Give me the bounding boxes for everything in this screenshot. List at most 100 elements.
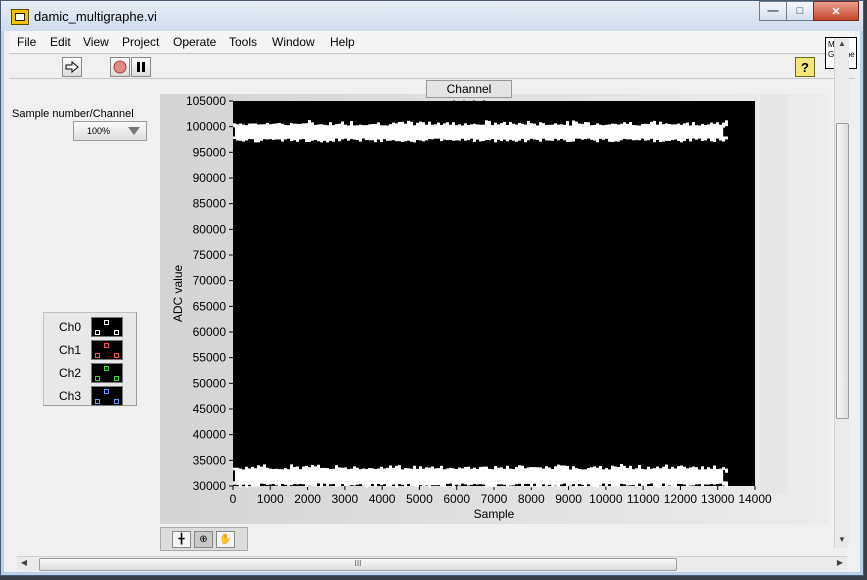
data-point: [503, 468, 506, 473]
data-point: [464, 481, 467, 485]
run-button[interactable]: [62, 57, 82, 77]
x-tick-label: 6000: [443, 492, 470, 506]
menu-file[interactable]: File: [17, 35, 36, 49]
data-point: [353, 125, 356, 130]
data-point: [560, 481, 563, 485]
scroll-right-icon[interactable]: ▶: [834, 558, 846, 570]
data-point: [473, 467, 476, 471]
data-point: [518, 136, 521, 141]
title-bar[interactable]: damic_multigraphe.vi — □ ✕: [1, 1, 863, 31]
labview-app-icon[interactable]: [11, 9, 29, 25]
horizontal-scroll-thumb[interactable]: III: [39, 558, 677, 571]
data-point: [320, 136, 323, 143]
data-point: [389, 465, 392, 471]
minimize-button[interactable]: —: [759, 1, 787, 21]
data-point: [626, 123, 629, 128]
data-point: [608, 481, 611, 485]
data-point: [647, 481, 650, 485]
data-point: [317, 136, 320, 142]
data-point: [611, 481, 614, 487]
zoom-icon[interactable]: ⊕: [194, 531, 213, 548]
data-point: [338, 467, 341, 472]
data-point: [515, 124, 518, 128]
menu-view[interactable]: View: [83, 35, 109, 49]
data-point: [260, 466, 263, 472]
data-point: [446, 481, 449, 484]
data-point: [527, 120, 530, 126]
data-point: [635, 136, 638, 141]
data-point: [320, 481, 323, 488]
menu-project[interactable]: Project: [122, 35, 159, 49]
legend-swatch-ch3: [91, 386, 123, 406]
data-point: [686, 122, 689, 127]
y-tick-label: 35000: [193, 453, 227, 467]
legend-marker: [114, 330, 119, 335]
x-tick-label: 9000: [555, 492, 582, 506]
menu-tools[interactable]: Tools: [229, 35, 257, 49]
scroll-up-icon[interactable]: ▲: [836, 39, 848, 51]
scroll-left-icon[interactable]: ◀: [18, 558, 30, 570]
data-point: [245, 136, 248, 141]
data-point: [452, 122, 455, 126]
data-point: [326, 481, 329, 487]
data-point: [494, 122, 497, 128]
context-help-button[interactable]: ?: [795, 57, 815, 77]
data-point: [428, 467, 431, 471]
data-point: [260, 481, 263, 484]
menu-operate[interactable]: Operate: [173, 35, 216, 49]
horizontal-scrollbar[interactable]: ◀ III ▶: [17, 556, 847, 571]
data-point: [476, 481, 479, 485]
abort-button[interactable]: [110, 57, 130, 77]
sample-number-slider[interactable]: 100%: [73, 121, 147, 141]
close-button[interactable]: ✕: [813, 1, 859, 21]
data-point: [629, 136, 632, 140]
data-point: [539, 467, 542, 473]
data-point: [656, 124, 659, 128]
data-point: [362, 481, 365, 486]
legend-marker: [95, 399, 100, 404]
data-point: [623, 465, 626, 471]
data-point: [626, 481, 629, 486]
vertical-scrollbar[interactable]: ▲ ▼: [834, 38, 849, 548]
data-point: [488, 120, 491, 127]
data-point: [326, 136, 329, 143]
data-point: [521, 123, 524, 129]
data-point: [671, 124, 674, 127]
data-point: [482, 124, 485, 129]
data-point: [329, 122, 332, 127]
data-point: [542, 136, 545, 139]
data-point: [542, 123, 545, 128]
scroll-down-icon[interactable]: ▼: [836, 535, 848, 547]
data-point: [581, 123, 584, 129]
data-point: [443, 136, 446, 140]
data-point: [332, 468, 335, 474]
menu-edit[interactable]: Edit: [50, 35, 71, 49]
data-point: [551, 124, 554, 129]
window-controls: — □ ✕: [759, 1, 859, 21]
waveform-graph[interactable]: 3000035000400004500050000550006000065000…: [160, 94, 828, 524]
vertical-scroll-thumb[interactable]: [836, 123, 849, 419]
pan-hand-icon[interactable]: ✋: [216, 531, 235, 548]
data-point: [509, 136, 512, 140]
data-point: [587, 136, 590, 139]
data-point: [527, 136, 530, 141]
data-point: [650, 481, 653, 484]
y-tick-label: 65000: [193, 299, 227, 313]
menu-window[interactable]: Window: [272, 35, 315, 49]
data-point: [278, 122, 281, 129]
data-point: [422, 122, 425, 127]
y-tick-label: 100000: [186, 120, 226, 134]
menu-help[interactable]: Help: [330, 35, 355, 49]
data-point: [419, 481, 422, 486]
maximize-button[interactable]: □: [786, 1, 814, 21]
cursor-move-icon[interactable]: ╋: [172, 531, 191, 548]
data-point: [713, 123, 716, 130]
legend-marker: [104, 389, 109, 394]
data-point: [689, 467, 692, 473]
data-point: [302, 123, 305, 127]
data-point: [533, 136, 536, 140]
legend-marker: [95, 353, 100, 358]
data-point: [335, 136, 338, 139]
pause-button[interactable]: [131, 57, 151, 77]
data-point: [275, 481, 278, 486]
